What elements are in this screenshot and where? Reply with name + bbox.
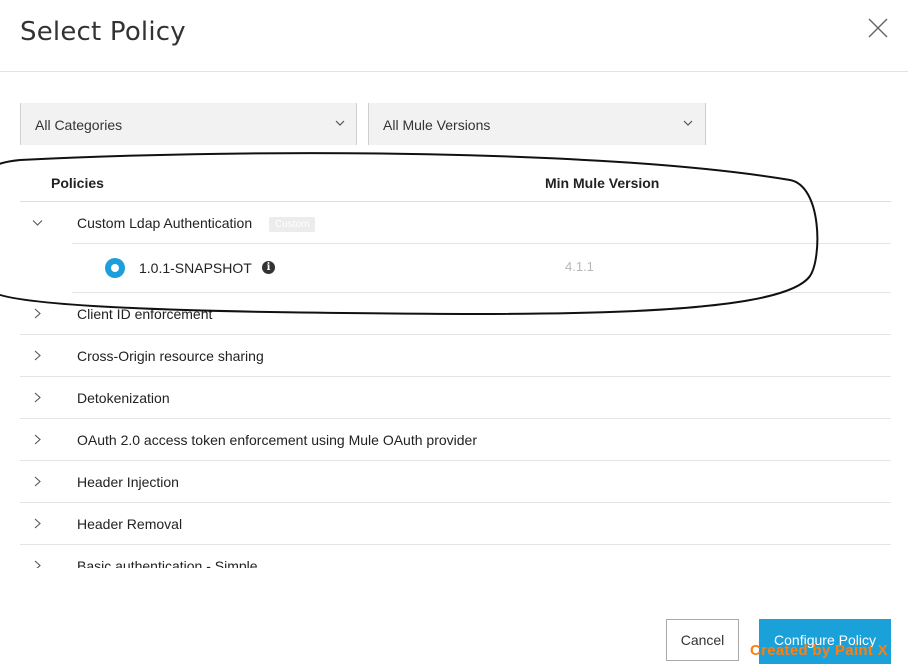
policy-version-row[interactable]: 1.0.1-SNAPSHOT i 4.1.1 [72,243,891,293]
close-icon[interactable] [864,14,892,42]
policy-row-custom-ldap-authentication[interactable]: Custom Ldap Authentication Custom [20,202,891,244]
policy-name: Header Injection [77,474,179,490]
policy-name: Client ID enforcement [77,306,213,322]
chevron-down-icon[interactable] [32,219,43,227]
chevron-right-icon[interactable] [33,476,42,487]
watermark-text: Created by Paint X [750,642,888,659]
chevron-down-icon [335,120,345,126]
chevron-right-icon[interactable] [33,560,42,568]
mule-version-filter-value: All Mule Versions [383,117,491,133]
category-filter-value: All Categories [35,117,123,133]
column-header-policies: Policies [51,175,104,191]
dialog-title: Select Policy [20,17,186,47]
policy-name: Detokenization [77,390,170,406]
policy-row-oauth-access-token-enforcement[interactable]: OAuth 2.0 access token enforcement using… [20,419,891,461]
policy-table-header: Policies Min Mule Version [20,160,891,202]
version-radio-selected[interactable] [105,258,125,278]
chevron-right-icon[interactable] [33,518,42,529]
policy-row-header-injection[interactable]: Header Injection [20,461,891,503]
info-icon[interactable]: i [262,261,275,274]
policy-name: OAuth 2.0 access token enforcement using… [77,432,477,448]
chevron-right-icon[interactable] [33,392,42,403]
policy-list[interactable]: Custom Ldap Authentication Custom 1.0.1-… [20,202,891,568]
policy-row-basic-authentication-simple[interactable]: Basic authentication - Simple [20,545,891,568]
mule-version-filter-select[interactable]: All Mule Versions [368,103,706,145]
policy-name: Cross-Origin resource sharing [77,348,264,364]
chevron-right-icon[interactable] [33,350,42,361]
policy-name: Custom Ldap Authentication [77,215,253,231]
dialog-header: Select Policy [0,0,908,72]
policy-row-detokenization[interactable]: Detokenization [20,377,891,419]
chevron-right-icon[interactable] [33,308,42,319]
policy-row-client-id-enforcement[interactable]: Client ID enforcement [20,293,891,335]
policy-version: 1.0.1-SNAPSHOT [139,260,252,276]
category-filter-select[interactable]: All Categories [20,103,357,145]
cancel-button[interactable]: Cancel [666,619,739,661]
policy-row-cross-origin-resource-sharing[interactable]: Cross-Origin resource sharing [20,335,891,377]
chevron-right-icon[interactable] [33,434,42,445]
custom-badge: Custom [269,217,316,232]
policy-row-header-removal[interactable]: Header Removal [20,503,891,545]
column-header-min-mule-version: Min Mule Version [545,175,660,191]
policy-name: Header Removal [77,516,183,532]
min-mule-version: 4.1.1 [565,259,594,274]
chevron-down-icon [683,120,693,126]
policy-name: Basic authentication - Simple [77,558,258,568]
